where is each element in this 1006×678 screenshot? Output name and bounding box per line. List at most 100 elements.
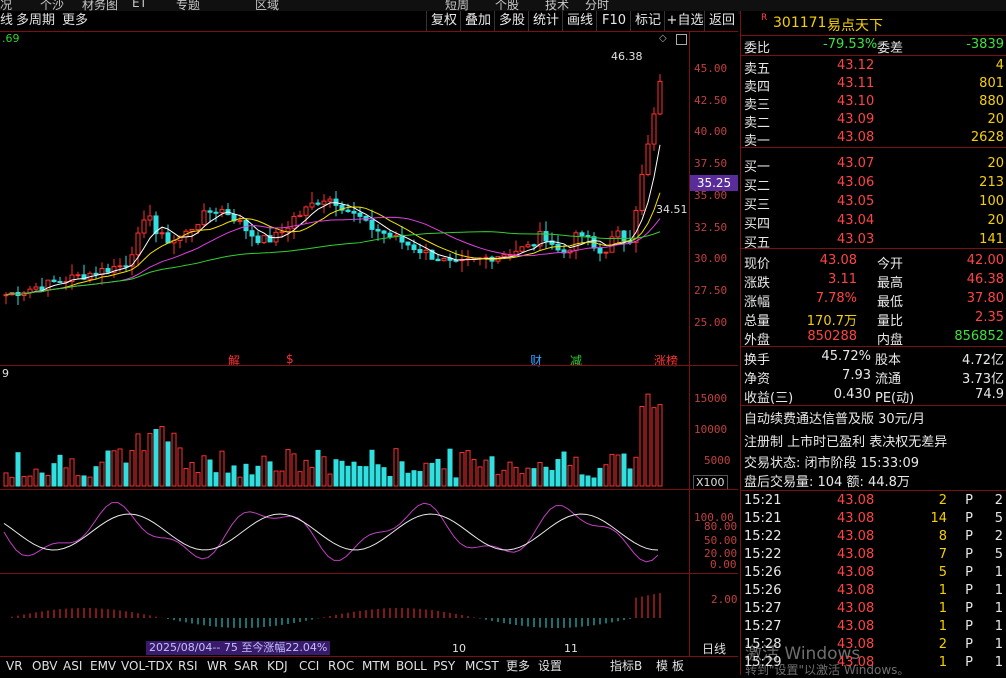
tick-row[interactable]: 15:22 43.08 8 P 2 [741, 529, 1006, 546]
tick-row[interactable]: 15:21 43.08 14 P 5 [741, 511, 1006, 528]
tab-obv[interactable]: OBV [32, 658, 58, 675]
chart-settings-icon[interactable] [676, 34, 687, 45]
quote-row[interactable]: 外盘 850288 内盘 856852 [741, 329, 1006, 348]
candle-body [345, 209, 351, 212]
draw-line-button[interactable]: 画线 [562, 11, 597, 31]
overlay-button[interactable]: 叠加 [460, 11, 495, 31]
candle-body [513, 250, 519, 256]
bid-row[interactable]: 买四 43.04 20 [741, 213, 1006, 232]
event-label-finance[interactable]: 财 [530, 352, 542, 369]
moving-average-line [5, 231, 661, 296]
tick-flag: P [965, 619, 973, 634]
f10-button[interactable]: F10 [596, 11, 631, 31]
fund-label: 换手 [744, 353, 771, 368]
back-button[interactable]: 返回 [704, 11, 739, 31]
restore-rights-button[interactable]: 复权 [426, 11, 461, 31]
tick-row[interactable]: 15:22 43.08 7 P 5 [741, 547, 1006, 564]
tab-indicator-b[interactable]: 指标B [610, 658, 642, 675]
candle-body [315, 202, 321, 205]
trade-status: 交易状态: 闭市阶段 15:33:09 [744, 456, 920, 471]
event-label-top-gainer[interactable]: 涨榜 [654, 352, 678, 369]
volume-bar [549, 469, 555, 487]
quote-row[interactable]: 涨跌 3.11 最高 46.38 [741, 272, 1006, 291]
tab-kdj[interactable]: KDJ [267, 658, 288, 675]
volume-bar [285, 449, 291, 487]
bid-row[interactable]: 买五 43.03 141 [741, 232, 1006, 251]
tick-row[interactable]: 15:27 43.08 1 P 1 [741, 619, 1006, 636]
top-menu-item[interactable]: ET [132, 0, 147, 10]
mark-button[interactable]: 标记 [630, 11, 665, 31]
promo-banner[interactable]: 自动续费通达信普及版 30元/月 [741, 408, 1006, 427]
fund-row[interactable]: 净资 7.93 流通 3.73亿 [741, 368, 1006, 387]
toolbar-more-button[interactable]: 更多 [62, 11, 88, 31]
volume-bar [315, 449, 321, 487]
ask-row[interactable]: 卖五 43.12 4 [741, 58, 1006, 77]
kline-chart-area[interactable]: .69 45.00 42.50 40.00 37.50 35.00 32.50 … [0, 32, 738, 656]
candle-body [243, 219, 249, 232]
tab-settings[interactable]: 设置 [538, 658, 562, 675]
quote-row[interactable]: 现价 43.08 今开 42.00 [741, 253, 1006, 272]
volume-bar [69, 458, 75, 487]
bid-row[interactable]: 买一 43.07 20 [741, 156, 1006, 175]
tab-more[interactable]: 更多 [506, 658, 530, 675]
tick-row[interactable]: 15:26 43.08 1 P 1 [741, 583, 1006, 600]
indicator-tabs: VR OBV ASI EMV VOL-TDX RSI WR SAR KDJ CC… [0, 656, 738, 676]
volume-bar [303, 459, 309, 487]
ask-row[interactable]: 卖一 43.08 2628 [741, 130, 1006, 149]
event-label-reduce[interactable]: 减 [570, 352, 582, 369]
multi-stock-button[interactable]: 多股 [494, 11, 529, 31]
tab-boll[interactable]: BOLL [396, 658, 427, 675]
quote-row[interactable]: 总量 170.7万 量比 2.35 [741, 310, 1006, 329]
bid-row[interactable]: 买二 43.06 213 [741, 175, 1006, 194]
volume-bar [645, 393, 651, 487]
chart-canvas[interactable] [0, 32, 738, 656]
statistics-button[interactable]: 统计 [528, 11, 563, 31]
volume-bar [471, 459, 477, 487]
volume-bar [237, 476, 243, 487]
tab-asi[interactable]: ASI [63, 658, 82, 675]
volume-bar [225, 472, 231, 487]
timeframe-label[interactable]: 日线 [702, 640, 726, 657]
tab-mcst[interactable]: MCST [465, 658, 499, 675]
tab-sar[interactable]: SAR [234, 658, 258, 675]
ask-row[interactable]: 卖四 43.11 801 [741, 76, 1006, 95]
bid-row[interactable]: 买三 43.05 100 [741, 194, 1006, 213]
tab-emv[interactable]: EMV [90, 658, 116, 675]
tick-row[interactable]: 15:28 43.08 2 P 1 [741, 637, 1006, 654]
fund-row[interactable]: 换手 45.72% 股本 4.72亿 [741, 349, 1006, 368]
tab-template[interactable]: 模 [656, 658, 668, 675]
ask-row[interactable]: 卖二 43.09 20 [741, 112, 1006, 131]
volume-bar [105, 450, 111, 487]
toolbar-multi-period-button[interactable]: 多周期 [16, 11, 55, 31]
event-label-unlock[interactable]: 解 [228, 352, 240, 369]
ask-label: 卖四 [744, 80, 771, 95]
tab-cci[interactable]: CCI [299, 658, 319, 675]
tab-vr[interactable]: VR [6, 658, 23, 675]
ask-row[interactable]: 卖三 43.10 880 [741, 94, 1006, 113]
tick-flag: P [965, 511, 973, 526]
event-label-dividend[interactable]: $ [286, 352, 294, 366]
volume-bar [465, 450, 471, 487]
tab-wr[interactable]: WR [207, 658, 227, 675]
tab-vol-tdx[interactable]: VOL-TDX [121, 658, 173, 675]
tick-row[interactable]: 15:27 43.08 1 P 1 [741, 601, 1006, 618]
tab-psy[interactable]: PSY [433, 658, 455, 675]
tab-roc[interactable]: ROC [328, 658, 354, 675]
tick-row[interactable]: 15:21 43.08 2 P 2 [741, 493, 1006, 510]
listing-note: 注册制 上市时已盈利 表决权无差异 [744, 435, 948, 450]
volume-bar [219, 450, 225, 487]
quote-row[interactable]: 涨幅 7.78% 最低 37.80 [741, 291, 1006, 310]
volume-bar [57, 454, 63, 487]
tick-flag: P [965, 547, 973, 562]
tab-mtm[interactable]: MTM [362, 658, 390, 675]
volume-bar [183, 468, 189, 487]
toolbar-line-button[interactable]: 线 [0, 11, 13, 31]
fund-row[interactable]: 收益(三) 0.430 PE(动) 74.9 [741, 387, 1006, 406]
tab-rsi[interactable]: RSI [178, 658, 198, 675]
tab-board[interactable]: 板 [672, 658, 684, 675]
ask-price: 43.11 [837, 76, 875, 91]
bid-price: 43.05 [837, 194, 875, 209]
tick-row[interactable]: 15:26 43.08 5 P 1 [741, 565, 1006, 582]
add-watchlist-button[interactable]: +自选 [664, 11, 705, 31]
tick-row[interactable]: 15:29 43.08 1 P 1 [741, 655, 1006, 672]
